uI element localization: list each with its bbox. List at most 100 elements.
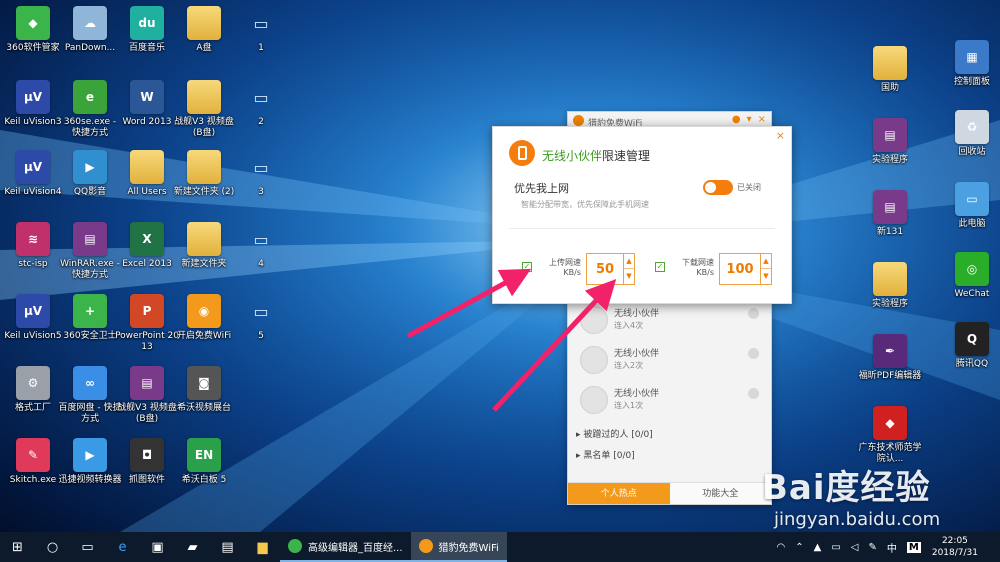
desktop-icon[interactable]: e 360se.exe - 快捷方式 (60, 80, 120, 156)
expand-icon[interactable] (748, 348, 759, 359)
desktop-icon[interactable]: ▭ 3 (231, 150, 291, 226)
chevron-down-icon[interactable]: ▼ (624, 269, 634, 284)
wifi-tray-icon[interactable]: ◠ (777, 542, 786, 553)
desktop-icon[interactable]: μV Keil uVision5 (3, 294, 63, 370)
ime-indicator[interactable]: 中 (887, 540, 897, 555)
desktop-icon[interactable]: 新建文件夹 (2) (174, 150, 234, 226)
desktop-icon[interactable]: 战舰V3 视频盘(B盘) (174, 80, 234, 156)
input-method-icon[interactable]: M (906, 541, 921, 553)
download-stepper[interactable]: ▲ ▼ (761, 253, 772, 285)
desktop-icon[interactable]: ◆ 360软件管家 (3, 6, 63, 82)
desktop-icon[interactable]: ◉ 开启免费WiFi (174, 294, 234, 370)
download-speed-input[interactable]: 100 (719, 253, 761, 285)
battery-icon[interactable]: ▭ (831, 542, 840, 553)
desktop-icon[interactable]: ▶ QQ影音 (60, 150, 120, 226)
store-icon[interactable]: ▣ (140, 532, 175, 562)
desktop-icon[interactable]: ◘ 抓图软件 (117, 438, 177, 514)
download-label: 下载网速 KB/s (682, 258, 714, 277)
app-icon[interactable]: ▰ (175, 532, 210, 562)
desktop-icon-label: 战舰V3 视频盘(B盘) (117, 403, 177, 424)
priority-toggle[interactable] (703, 180, 733, 195)
winrar-icon: ▤ (873, 118, 907, 152)
desktop-icon[interactable]: ◎ WeChat (942, 252, 1000, 328)
desktop-icon[interactable]: ▭ 5 (231, 294, 291, 370)
desktop-icon[interactable]: μV Keil uVision3 (3, 80, 63, 156)
desktop-icon-label: WeChat (954, 289, 990, 299)
upload-stepper[interactable]: ▲ ▼ (624, 253, 635, 285)
file-explorer-icon[interactable]: ▆ (245, 532, 280, 562)
desktop-icon[interactable]: All Users (117, 150, 177, 226)
desktop-icon[interactable]: ▭ 4 (231, 222, 291, 298)
desktop-icon[interactable]: P PowerPoint 2013 (115, 294, 179, 370)
desktop-icon-label: Keil uVision5 (4, 331, 62, 341)
desktop-icon[interactable]: ☁ PanDown... (60, 6, 120, 82)
taskbar-app-browser[interactable]: 高级编辑器_百度经... (280, 532, 411, 562)
desktop-icon[interactable]: ▤ 战舰V3 视频盘(B盘) (117, 366, 177, 442)
notification-icon[interactable]: ▲ (814, 542, 822, 553)
desktop-icon[interactable]: W Word 2013 (117, 80, 177, 156)
desktop-icon[interactable]: ▭ 2 (231, 80, 291, 156)
blacklist-section[interactable]: ▸ 黑名单 [0/0] (576, 448, 635, 461)
expand-icon[interactable] (748, 308, 759, 319)
desktop-icon[interactable]: ▭ 1 (231, 6, 291, 82)
desktop-icon[interactable]: ♻ 回收站 (942, 110, 1000, 186)
upload-checkbox[interactable]: ✓ (522, 262, 532, 272)
tab-hotspot[interactable]: 个人热点 (568, 483, 670, 504)
close-icon[interactable]: × (776, 129, 785, 142)
desktop-icon[interactable]: ∞ 百度网盘 - 快捷方式 (59, 366, 121, 442)
chevron-up-icon[interactable]: ⌃ (795, 542, 803, 553)
tab-features[interactable]: 功能大全 (669, 483, 771, 504)
taskbar-app-wifi[interactable]: 猎豹免费WiFi (410, 532, 507, 562)
phone-icon (509, 140, 535, 166)
volume-icon[interactable]: ◁ (851, 542, 859, 553)
desktop-icon[interactable]: μV Keil uVision4 (3, 150, 63, 226)
desktop-icon[interactable]: EN 希沃白板 5 (174, 438, 234, 514)
desktop-icon[interactable]: Q 腾讯QQ (942, 322, 1000, 398)
chevron-up-icon[interactable]: ▲ (624, 254, 634, 269)
list-item[interactable]: 无线小伙伴 连入4次 (578, 304, 763, 342)
chevron-up-icon[interactable]: ▲ (761, 254, 771, 269)
wechat-icon: ◎ (955, 252, 989, 286)
desktop-icon-label: 福昕PDF编辑器 (858, 371, 922, 381)
system-tray: ◠ ⌃ ▲ ▭ ◁ ✎ 中 M 22:05 2018/7/31 (772, 532, 1000, 562)
edge-icon[interactable]: e (105, 532, 140, 562)
menu-icon[interactable]: ▾ (747, 114, 752, 125)
desktop-icon[interactable]: ▭ 此电脑 (942, 182, 1000, 258)
desktop-icon[interactable]: ✒ 福昕PDF编辑器 (858, 334, 922, 410)
desktop-icon[interactable]: X Excel 2013 (117, 222, 177, 298)
folder-icon (187, 150, 221, 184)
close-icon[interactable]: × (758, 114, 766, 125)
desktop-icon[interactable]: ▤ 实验程序 (860, 118, 920, 194)
windows-start-icon[interactable]: ⊞ (0, 532, 35, 562)
search-icon[interactable]: ○ (35, 532, 70, 562)
desktop-icon[interactable]: 新建文件夹 (174, 222, 234, 298)
pen-icon[interactable]: ✎ (869, 542, 877, 553)
desktop-icon[interactable]: ⚙ 格式工厂 (3, 366, 63, 442)
desktop-icon[interactable]: 实验程序 (860, 262, 920, 338)
remote-icon[interactable]: ▤ (210, 532, 245, 562)
upload-speed-input[interactable]: 50 (586, 253, 624, 285)
desktop-icon[interactable]: +360安全卫士 (60, 294, 120, 370)
desktop-icon[interactable]: ≋ stc-isp (3, 222, 63, 298)
task-view-icon[interactable]: ▭ (70, 532, 105, 562)
desktop-icon[interactable]: ▦ 控制面板 (942, 40, 1000, 116)
kicked-section[interactable]: ▸ 被蹭过的人 [0/0] (576, 427, 653, 440)
download-checkbox[interactable]: ✓ (655, 262, 665, 272)
chevron-down-icon[interactable]: ▼ (761, 269, 771, 284)
computer-icon: ▭ (955, 182, 989, 216)
folder-icon (187, 80, 221, 114)
desktop-icon[interactable]: 国助 (860, 46, 920, 122)
list-item[interactable]: 无线小伙伴 连入2次 (578, 344, 763, 382)
desktop-icon[interactable]: A盘 (174, 6, 234, 82)
desktop-icon[interactable]: ◙ 希沃视频展台 (174, 366, 234, 442)
desktop-icon[interactable]: ▤ 新131 (860, 190, 920, 266)
desktop-icon[interactable]: ▤ WinRAR.exe - 快捷方式 (60, 222, 120, 298)
winrar-icon: ▤ (873, 190, 907, 224)
desktop-icon[interactable]: ✎ Skitch.exe (3, 438, 63, 514)
expand-icon[interactable] (748, 388, 759, 399)
clock[interactable]: 22:05 2018/7/31 (932, 535, 978, 559)
desktop-icon[interactable]: ▶ 迅捷视频转换器 (58, 438, 122, 514)
shield-icon[interactable]: ● (732, 114, 741, 125)
desktop-icon[interactable]: du 百度音乐 (117, 6, 177, 82)
list-item[interactable]: 无线小伙伴 连入1次 (578, 384, 763, 422)
